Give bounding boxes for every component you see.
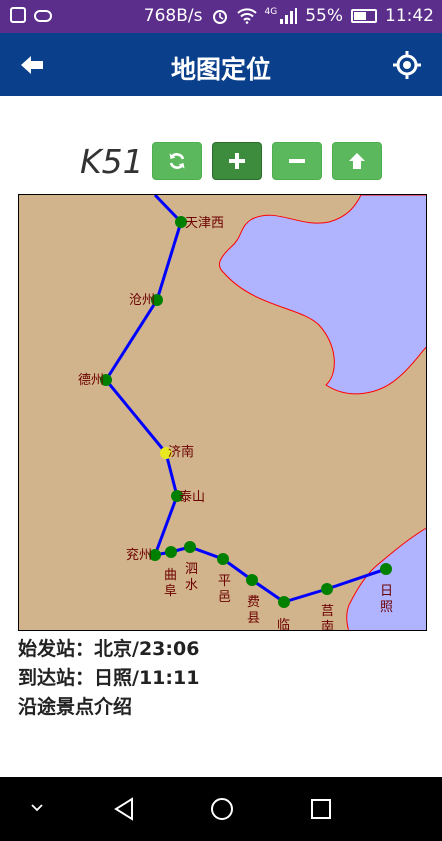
route-map[interactable]: 天津西沧州德州济南泰山兖州曲阜泗水平邑费县临沂 莒南 日照 [18,194,427,631]
battery-icon [351,9,377,23]
station-label: 天津西 [185,216,224,231]
minus-icon [289,159,305,163]
station-marker[interactable] [321,583,333,595]
net-speed: 768B/s [143,6,203,26]
home-nav-icon[interactable] [210,797,234,821]
wifi-icon [236,8,257,24]
battery-percent: 55% [305,6,343,26]
station-label: 平邑 [218,574,231,605]
train-number: K51 [80,141,144,181]
alarm-icon [212,10,227,24]
plus-icon [229,153,245,169]
station-label: 日照 [380,584,393,615]
refresh-button[interactable] [152,142,202,180]
station-label: 兖州 [126,548,152,563]
signal-icon [280,8,298,24]
station-marker[interactable] [165,546,177,558]
zoom-out-button[interactable] [272,142,322,180]
station-label: 莒南 [321,604,334,631]
station-label: 泰山 [179,490,205,505]
station-marker[interactable] [184,541,196,553]
departure-info: 始发站：北京/23:06 [18,638,200,660]
station-marker[interactable] [217,553,229,565]
network-type: 4G [264,7,278,17]
recents-nav-icon[interactable] [310,798,332,820]
arrival-info: 到达站：日照/11:11 [18,667,200,689]
sea-area-north [218,195,426,395]
station-marker[interactable] [380,563,392,575]
app-bar: 地图定位 [0,33,442,96]
chevron-down-icon[interactable] [30,803,44,813]
map-controls: K51 [80,137,392,185]
station-marker[interactable] [278,596,290,608]
status-left-icons [10,7,52,23]
page-title: 地图定位 [170,55,271,84]
route-map-canvas[interactable]: 天津西沧州德州济南泰山兖州曲阜泗水平邑费县临沂 莒南 日照 [19,195,427,631]
crosshair-icon[interactable] [392,50,422,80]
station-label: 曲阜 [164,568,177,599]
zoom-in-button[interactable] [212,142,262,180]
status-bar: 768B/s 4G 55% 11:42 [0,0,442,33]
station-label: 德州 [78,373,104,388]
station-label: 泗水 [185,562,198,593]
station-label: 济南 [168,444,194,460]
system-nav-bar [0,777,442,841]
station-marker[interactable] [246,574,258,586]
image-notification-icon [10,7,26,23]
attractions-link[interactable]: 沿途景点介绍 [18,692,132,719]
clock: 11:42 [385,6,434,26]
arrow-up-icon [349,153,365,169]
status-right: 768B/s 4G 55% 11:42 [144,6,434,26]
refresh-icon [169,153,185,169]
station-label: 费县 [247,595,260,626]
back-nav-icon[interactable] [113,797,135,821]
move-up-button[interactable] [332,142,382,180]
station-label: 临沂 [277,618,290,631]
cloud-notification-icon [34,10,52,22]
station-label: 沧州 [129,292,155,308]
